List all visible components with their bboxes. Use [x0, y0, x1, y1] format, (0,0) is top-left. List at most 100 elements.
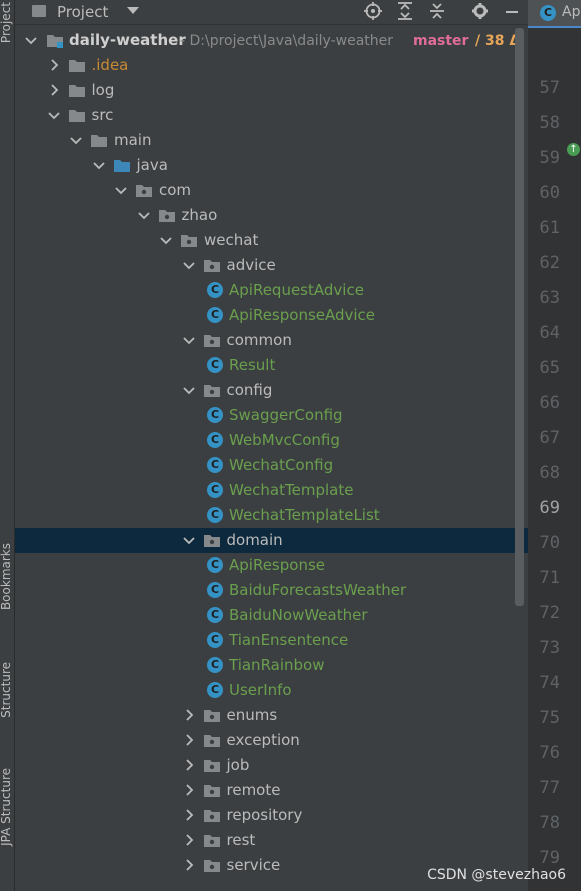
line-number: 72 — [539, 603, 560, 623]
tree-row[interactable]: common — [15, 328, 528, 353]
tree-row[interactable]: C ApiResponse — [15, 553, 528, 578]
tree-row[interactable]: src — [15, 103, 528, 128]
tree-row[interactable]: C WebMvcConfig — [15, 428, 528, 453]
line-number: 63 — [539, 288, 560, 308]
tree-row[interactable]: config — [15, 378, 528, 403]
line-number: 76 — [539, 743, 560, 763]
tree-item-label: main — [114, 131, 152, 149]
bookmarks-side-tab[interactable]: Bookmarks — [0, 543, 15, 610]
tree-row[interactable]: C WechatConfig — [15, 453, 528, 478]
git-changes-badge: / 38 Δ — [475, 33, 521, 49]
folder-icon — [68, 58, 86, 73]
tree-item-label: TianEnsentence — [229, 631, 349, 649]
tree-row[interactable]: main — [15, 128, 528, 153]
tree-row[interactable]: C ApiRequestAdvice — [15, 278, 528, 303]
tree-row-root[interactable]: daily-weather - D:\project\Java\daily-we… — [15, 28, 528, 53]
locate-icon[interactable] — [363, 2, 383, 22]
tree-row[interactable]: wechat — [15, 228, 528, 253]
view-dropdown-chevron-icon[interactable] — [127, 7, 139, 14]
chevron-right-icon[interactable] — [46, 57, 62, 73]
tree-item-label: common — [226, 331, 292, 349]
editor-tab[interactable]: C Ap — [528, 0, 581, 29]
root-module-path: - D:\project\Java\daily-weather — [180, 33, 394, 49]
chevron-down-icon[interactable] — [91, 157, 107, 173]
expand-all-icon[interactable] — [395, 2, 415, 22]
project-view-title[interactable]: Project — [57, 3, 108, 21]
chevron-right-icon[interactable] — [46, 82, 62, 98]
line-number: 65 — [539, 358, 560, 378]
tree-row[interactable]: repository — [15, 803, 528, 828]
tree-row[interactable]: java — [15, 153, 528, 178]
tree-item-label: BaiduForecastsWeather — [229, 581, 407, 599]
chevron-down-icon[interactable] — [158, 232, 174, 248]
tree-row[interactable]: log — [15, 78, 528, 103]
hide-icon[interactable] — [502, 2, 522, 22]
tree-row[interactable]: zhao — [15, 203, 528, 228]
run-gutter-icon[interactable]: ↑ — [567, 143, 580, 156]
tree-row[interactable]: domain — [15, 528, 528, 553]
tree-row[interactable]: com — [15, 178, 528, 203]
chevron-down-icon[interactable] — [46, 107, 62, 123]
tree-row[interactable]: rest — [15, 828, 528, 853]
editor-tab-label: Ap — [562, 4, 581, 20]
chevron-down-icon[interactable] — [68, 132, 84, 148]
chevron-right-icon[interactable] — [181, 807, 197, 823]
tree-row[interactable]: C WechatTemplateList — [15, 503, 528, 528]
chevron-down-icon[interactable] — [181, 532, 197, 548]
chevron-down-icon[interactable] — [181, 382, 197, 398]
tree-row[interactable]: C Result — [15, 353, 528, 378]
chevron-right-icon[interactable] — [181, 707, 197, 723]
tree-row[interactable]: enums — [15, 703, 528, 728]
chevron-down-icon[interactable] — [181, 332, 197, 348]
line-number-gutter[interactable]: ↑ 57 58 59 60 61 62 63 64 65 66 67 68 69 70 71 72 73 74 75… — [528, 28, 581, 891]
class-icon: C — [207, 357, 223, 373]
package-icon — [180, 233, 198, 248]
class-icon: C — [207, 282, 223, 298]
chevron-right-icon[interactable] — [181, 782, 197, 798]
tree-item-label: job — [226, 756, 250, 774]
line-number: 75 — [539, 708, 560, 728]
tree-item-label: ApiResponseAdvice — [229, 306, 376, 324]
tree-row[interactable]: C TianRainbow — [15, 653, 528, 678]
tree-row[interactable]: C UserInfo — [15, 678, 528, 703]
tree-row[interactable]: C BaiduNowWeather — [15, 603, 528, 628]
chevron-right-icon[interactable] — [181, 857, 197, 873]
line-number: 70 — [539, 533, 560, 553]
tree-item-label: src — [91, 106, 114, 124]
tree-item-label: rest — [226, 831, 256, 849]
tree-item-label: ApiResponse — [229, 556, 325, 574]
tree-row[interactable]: exception — [15, 728, 528, 753]
tree-row[interactable]: C TianEnsentence — [15, 628, 528, 653]
collapse-all-icon[interactable] — [427, 2, 447, 22]
tree-row[interactable]: job — [15, 753, 528, 778]
module-folder-icon — [46, 33, 64, 48]
tree-row[interactable]: C WechatTemplate — [15, 478, 528, 503]
chevron-down-icon[interactable] — [136, 207, 152, 223]
tree-row[interactable]: C ApiResponseAdvice — [15, 303, 528, 328]
tree-scrollbar[interactable] — [515, 28, 524, 606]
project-side-tab-label: Project — [0, 2, 13, 44]
chevron-right-icon[interactable] — [181, 732, 197, 748]
tree-row[interactable]: advice — [15, 253, 528, 278]
project-side-tab[interactable]: Project — [0, 2, 15, 43]
project-toolbar: Project — [15, 0, 528, 25]
chevron-down-icon[interactable] — [181, 257, 197, 273]
line-number: 69 — [539, 498, 560, 518]
tree-row[interactable]: .idea — [15, 53, 528, 78]
tree-row[interactable]: C SwaggerConfig — [15, 403, 528, 428]
chevron-right-icon[interactable] — [181, 832, 197, 848]
package-icon — [203, 783, 221, 798]
chevron-down-icon[interactable] — [113, 182, 129, 198]
line-number: 60 — [539, 183, 560, 203]
tree-item-label: exception — [226, 731, 300, 749]
gear-icon[interactable] — [470, 2, 490, 22]
package-icon — [203, 758, 221, 773]
chevron-right-icon[interactable] — [181, 757, 197, 773]
tree-item-label: Result — [229, 356, 276, 374]
tree-row[interactable]: remote — [15, 778, 528, 803]
chevron-down-icon[interactable] — [23, 32, 39, 48]
structure-side-tab[interactable]: Structure — [0, 662, 15, 718]
jpa-structure-side-tab[interactable]: JPA Structure — [0, 768, 15, 846]
tree-item-label: .idea — [91, 56, 129, 74]
tree-row[interactable]: C BaiduForecastsWeather — [15, 578, 528, 603]
